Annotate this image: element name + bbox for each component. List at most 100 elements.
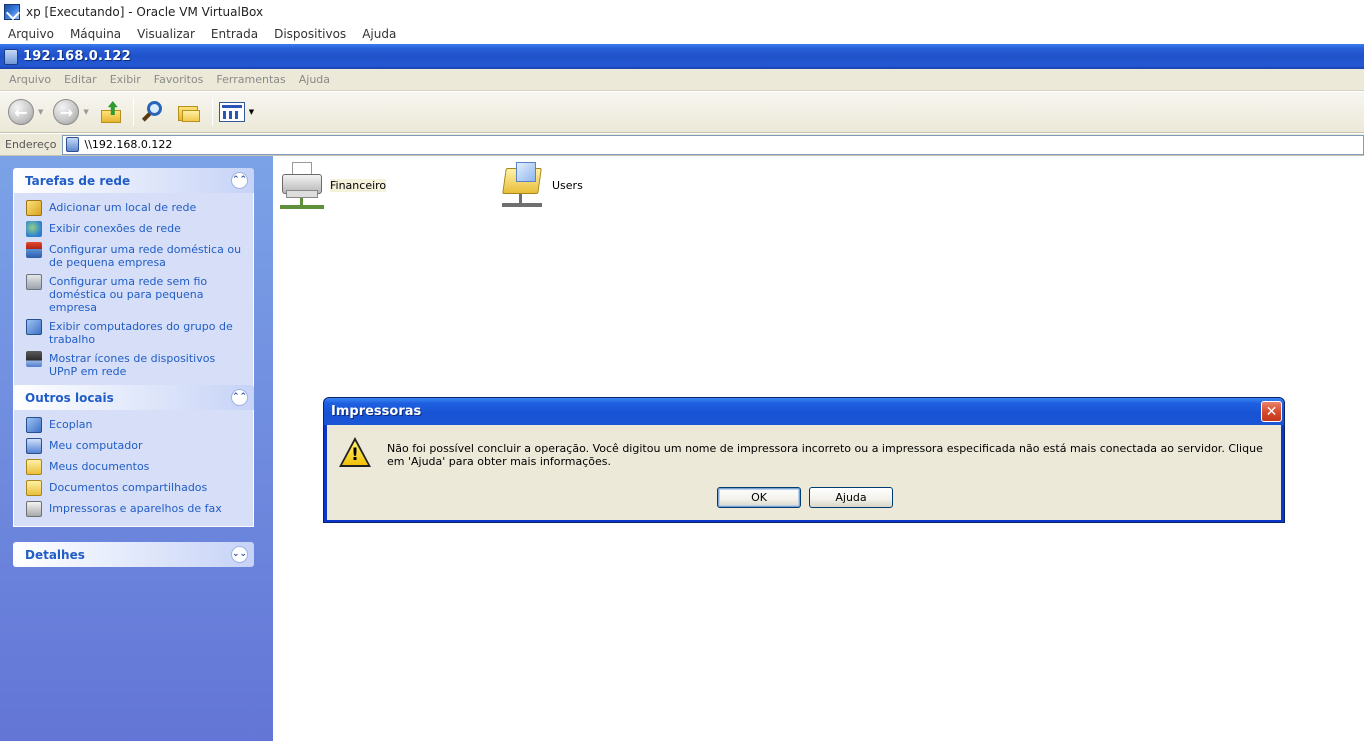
other-places-header[interactable]: Outros locais ⌃⌃: [13, 385, 254, 410]
back-arrow-icon: ←: [8, 99, 34, 125]
task-label: Configurar uma rede doméstica ou de pequ…: [49, 243, 242, 269]
other-places-panel: Outros locais ⌃⌃ Ecoplan Meu computador …: [13, 385, 254, 527]
network-icon: [26, 417, 42, 433]
views-button[interactable]: ▼: [218, 102, 254, 122]
close-icon: ✕: [1265, 403, 1278, 420]
other-places-list: Ecoplan Meu computador Meus documentos D…: [13, 410, 254, 527]
task-view-network-connections[interactable]: Exibir conexões de rede: [26, 221, 243, 237]
place-ecoplan[interactable]: Ecoplan: [26, 417, 243, 433]
ok-button[interactable]: OK: [717, 487, 801, 508]
upnp-icon: [26, 351, 42, 367]
place-shared-documents[interactable]: Documentos compartilhados: [26, 480, 243, 496]
up-button[interactable]: [99, 100, 123, 124]
up-folder-icon: [99, 100, 123, 124]
network-tasks-header[interactable]: Tarefas de rede ⌃⌃: [13, 168, 254, 193]
folders-icon: [176, 100, 202, 124]
share-financeiro[interactable]: Financeiro: [278, 160, 387, 210]
host-menu-entrada[interactable]: Entrada: [211, 27, 258, 41]
window-titlebar[interactable]: 192.168.0.122: [0, 44, 1364, 69]
home-network-icon: [26, 242, 42, 258]
toolbar-separator: [211, 98, 213, 126]
dialog-body: ! Não foi possível concluir a operação. …: [327, 425, 1281, 520]
host-menu-ajuda[interactable]: Ajuda: [362, 27, 396, 41]
dialog-title: Impressoras: [331, 404, 422, 419]
place-printers-fax[interactable]: Impressoras e aparelhos de fax: [26, 501, 243, 517]
host-menubar: Arquivo Máquina Visualizar Entrada Dispo…: [0, 24, 1364, 44]
back-button[interactable]: ← ▼: [8, 99, 43, 125]
host-titlebar: xp [Executando] - Oracle VM VirtualBox: [0, 0, 1364, 24]
address-value: \\192.168.0.122: [84, 138, 173, 151]
host-window-title: xp [Executando] - Oracle VM VirtualBox: [26, 5, 264, 19]
place-my-computer[interactable]: Meu computador: [26, 438, 243, 454]
address-input[interactable]: \\192.168.0.122: [61, 134, 1364, 155]
task-label: Exibir conexões de rede: [49, 222, 181, 235]
collapse-chevron-icon[interactable]: ⌃⌃: [231, 172, 248, 189]
task-add-network-place[interactable]: Adicionar um local de rede: [26, 200, 243, 216]
folders-button[interactable]: [176, 100, 202, 124]
expand-chevron-icon[interactable]: ⌄⌄: [231, 546, 248, 563]
help-button[interactable]: Ajuda: [809, 487, 893, 508]
my-documents-icon: [26, 459, 42, 475]
task-label: Mostrar ícones de dispositivos UPnP em r…: [49, 352, 216, 378]
chevron-down-icon[interactable]: ▼: [249, 108, 254, 116]
wireless-network-icon: [26, 274, 42, 290]
panel-title: Outros locais: [25, 390, 114, 405]
menu-exibir[interactable]: Exibir: [110, 73, 141, 86]
shared-documents-icon: [26, 480, 42, 496]
my-computer-icon: [26, 438, 42, 454]
standard-toolbar: ← ▼ → ▼ ▼: [0, 92, 1364, 133]
task-show-upnp[interactable]: Mostrar ícones de dispositivos UPnP em r…: [26, 351, 243, 378]
menu-ferramentas[interactable]: Ferramentas: [216, 73, 285, 86]
task-label: Exibir computadores do grupo de trabalho: [49, 320, 233, 346]
place-my-documents[interactable]: Meus documentos: [26, 459, 243, 475]
network-connections-icon: [26, 221, 42, 237]
printers-error-dialog: Impressoras ✕ ! Não foi possível conclui…: [323, 397, 1285, 523]
chevron-down-icon[interactable]: ▼: [38, 108, 43, 116]
views-icon: [218, 102, 245, 122]
share-users[interactable]: Users: [500, 160, 583, 210]
forward-arrow-icon: →: [53, 99, 80, 125]
menu-editar[interactable]: Editar: [64, 73, 97, 86]
task-view-workgroup[interactable]: Exibir computadores do grupo de trabalho: [26, 319, 243, 346]
shared-folder-icon: [500, 160, 548, 210]
network-computer-icon: [65, 137, 79, 152]
place-label: Impressoras e aparelhos de fax: [49, 502, 222, 515]
shared-printer-icon: [278, 160, 326, 210]
toolbar-separator: [132, 98, 134, 126]
share-label: Users: [552, 178, 583, 192]
close-button[interactable]: ✕: [1261, 401, 1282, 422]
menu-arquivo[interactable]: Arquivo: [9, 73, 51, 86]
add-network-place-icon: [26, 200, 42, 216]
panel-title: Detalhes: [25, 547, 85, 562]
search-button[interactable]: [140, 99, 166, 125]
menu-ajuda[interactable]: Ajuda: [299, 73, 330, 86]
details-panel: Detalhes ⌄⌄: [13, 542, 254, 567]
collapse-chevron-icon[interactable]: ⌃⌃: [231, 389, 248, 406]
network-tasks-list: Adicionar um local de rede Exibir conexõ…: [13, 193, 254, 388]
place-label: Ecoplan: [49, 418, 93, 431]
panel-title: Tarefas de rede: [25, 173, 131, 188]
task-setup-wireless-network[interactable]: Configurar uma rede sem fio doméstica ou…: [26, 274, 243, 314]
window-title: 192.168.0.122: [23, 49, 131, 64]
forward-button[interactable]: → ▼: [53, 99, 89, 125]
virtualbox-app-icon: [4, 4, 20, 20]
host-menu-arquivo[interactable]: Arquivo: [8, 27, 54, 41]
task-pane: Tarefas de rede ⌃⌃ Adicionar um local de…: [0, 156, 273, 741]
host-menu-dispositivos[interactable]: Dispositivos: [274, 27, 346, 41]
window-menubar: Arquivo Editar Exibir Favoritos Ferramen…: [0, 69, 1364, 91]
place-label: Meus documentos: [49, 460, 150, 473]
network-computer-icon: [4, 48, 18, 65]
dialog-message: Não foi possível concluir a operação. Vo…: [387, 442, 1263, 468]
host-menu-visualizar[interactable]: Visualizar: [137, 27, 195, 41]
details-header[interactable]: Detalhes ⌄⌄: [13, 542, 254, 567]
network-tasks-panel: Tarefas de rede ⌃⌃ Adicionar um local de…: [13, 168, 254, 388]
menu-favoritos[interactable]: Favoritos: [154, 73, 204, 86]
search-icon: [140, 99, 166, 125]
task-setup-home-network[interactable]: Configurar uma rede doméstica ou de pequ…: [26, 242, 243, 269]
warning-icon: !: [339, 437, 371, 467]
task-label: Configurar uma rede sem fio doméstica ou…: [49, 275, 208, 314]
dialog-titlebar[interactable]: Impressoras ✕: [324, 398, 1284, 425]
host-menu-maquina[interactable]: Máquina: [70, 27, 121, 41]
place-label: Meu computador: [49, 439, 143, 452]
chevron-down-icon[interactable]: ▼: [83, 108, 88, 116]
